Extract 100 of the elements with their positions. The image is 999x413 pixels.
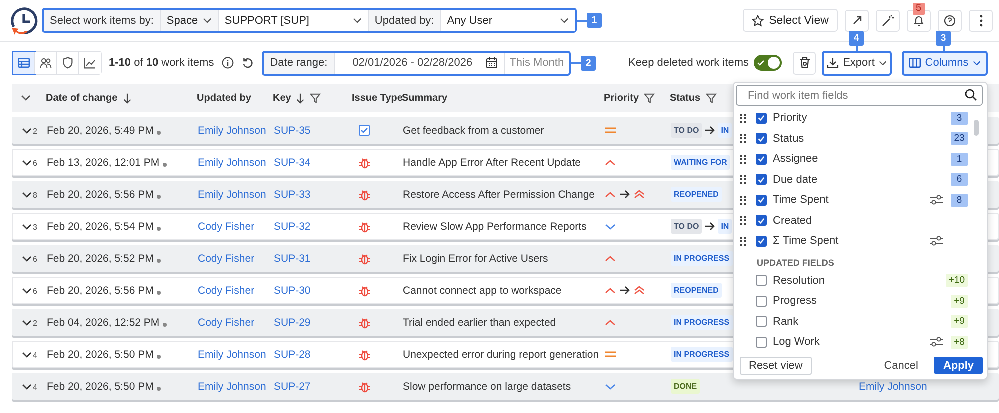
column-header[interactable]: Issue Type xyxy=(352,92,403,104)
summary-cell: Review Slow App Performance Reports xyxy=(403,220,587,232)
notification-badge: 5 xyxy=(913,2,925,14)
checkbox[interactable] xyxy=(756,112,767,124)
user-link[interactable]: Cody Fisher xyxy=(198,284,255,296)
drag-handle-icon[interactable] xyxy=(740,114,746,123)
change-count: 6 xyxy=(33,159,38,168)
field-option[interactable]: Time Spent 8 xyxy=(736,190,983,210)
drag-handle-icon[interactable] xyxy=(740,236,746,246)
column-header[interactable]: Summary xyxy=(402,92,448,104)
column-header[interactable]: Status xyxy=(670,92,701,104)
column-header[interactable]: Key xyxy=(273,92,292,104)
help-button[interactable] xyxy=(938,10,962,32)
issue-key-link[interactable]: SUP-33 xyxy=(274,188,311,200)
user-link[interactable]: Emily Johnson xyxy=(198,380,266,392)
field-option[interactable]: Created xyxy=(736,210,983,231)
column-header[interactable]: Updated by xyxy=(197,92,252,104)
issue-key-link[interactable]: SUP-29 xyxy=(274,316,311,328)
checkbox[interactable] xyxy=(756,215,767,226)
view-tab[interactable] xyxy=(35,52,57,74)
change-count: 2 xyxy=(33,127,38,136)
dot-icon xyxy=(156,226,161,230)
drag-handle-icon[interactable] xyxy=(740,154,746,164)
checkbox[interactable] xyxy=(756,174,767,186)
table-row[interactable]: 4 Feb 20, 2026, 5:50 PM Emily Johnson SUP-27 Slow performance on large datasets DONE Emily Johnson xyxy=(12,373,999,400)
filter-icon[interactable] xyxy=(310,92,322,104)
field-label: Created xyxy=(773,214,814,227)
issue-key-link[interactable]: SUP-34 xyxy=(274,156,311,168)
chevron-down-icon xyxy=(352,18,362,24)
user-link[interactable]: Emily Johnson xyxy=(198,348,266,360)
drag-handle-icon[interactable] xyxy=(740,134,746,144)
date-cell: Feb 20, 2026, 5:52 PM xyxy=(47,252,154,264)
issue-key-link[interactable]: SUP-32 xyxy=(274,220,311,232)
field-option[interactable]: Rank +9 xyxy=(736,312,983,332)
checkbox[interactable] xyxy=(756,316,767,328)
drag-handle-icon[interactable] xyxy=(740,216,746,226)
trash-button[interactable] xyxy=(793,52,816,74)
sliders-icon[interactable] xyxy=(930,337,943,348)
user-link[interactable]: Emily Johnson xyxy=(198,124,266,136)
column-header[interactable]: Priority xyxy=(604,92,640,104)
filter-icon[interactable] xyxy=(706,92,717,104)
select-view-button[interactable]: Select View xyxy=(743,9,838,32)
refresh-icon[interactable] xyxy=(242,57,254,69)
mode-dropdown[interactable]: Space xyxy=(160,10,219,31)
search-field[interactable]: Find work item fields xyxy=(736,85,983,106)
issue-key-link[interactable]: SUP-27 xyxy=(274,380,311,392)
field-label: Rank xyxy=(773,316,800,328)
dot-icon xyxy=(156,194,161,198)
date-range-label: Date range: xyxy=(264,52,335,74)
checkbox[interactable] xyxy=(756,194,767,206)
date-range-field[interactable]: 02/01/2026 - 02/28/2026 xyxy=(334,52,505,74)
count-badge: +10 xyxy=(946,274,968,288)
status-badge: DONE xyxy=(671,379,700,394)
column-header[interactable]: Date of change xyxy=(46,92,118,104)
user-link[interactable]: Cody Fisher xyxy=(198,316,255,328)
more-icon xyxy=(980,14,982,26)
more-button[interactable] xyxy=(969,10,993,32)
issue-key-link[interactable]: SUP-35 xyxy=(274,124,311,136)
date-preset[interactable]: This Month xyxy=(504,52,570,74)
issue-key-link[interactable]: SUP-28 xyxy=(274,348,311,360)
sliders-icon[interactable] xyxy=(930,195,943,206)
apply-button[interactable]: Apply xyxy=(934,357,983,374)
collapse-all-icon xyxy=(21,95,31,101)
issue-key-link[interactable]: SUP-30 xyxy=(274,284,311,296)
checkbox[interactable] xyxy=(756,275,767,286)
issue-key-link[interactable]: SUP-31 xyxy=(274,252,311,264)
drag-handle-icon[interactable] xyxy=(740,196,746,205)
star-icon xyxy=(752,14,764,26)
sliders-icon[interactable] xyxy=(930,236,943,246)
count-badge: 23 xyxy=(951,132,968,146)
export-button[interactable]: Export xyxy=(822,50,892,76)
drag-handle-icon[interactable] xyxy=(740,175,746,184)
user-link[interactable]: Cody Fisher xyxy=(198,220,255,232)
user-link[interactable]: Emily Johnson xyxy=(859,380,928,392)
user-link[interactable]: Cody Fisher xyxy=(198,252,255,264)
dot-icon xyxy=(156,386,161,390)
filter-icon[interactable] xyxy=(644,92,656,104)
checkbox[interactable] xyxy=(756,133,767,144)
status-badge: IN xyxy=(718,123,732,138)
checkbox[interactable] xyxy=(756,236,767,247)
checkbox[interactable] xyxy=(756,154,767,165)
share-icon xyxy=(852,15,862,26)
scrollbar-thumb[interactable] xyxy=(974,120,979,136)
user-link[interactable]: Emily Johnson xyxy=(198,156,266,168)
checkbox[interactable] xyxy=(756,296,767,307)
info-icon[interactable] xyxy=(222,57,234,69)
sort-arrow-icon[interactable] xyxy=(296,92,306,104)
columns-icon xyxy=(909,58,922,68)
expand-icon xyxy=(22,128,32,134)
view-tab[interactable] xyxy=(13,52,35,74)
sort-arrow-icon[interactable] xyxy=(122,92,132,104)
checkbox[interactable] xyxy=(756,336,767,348)
reset-view-button[interactable]: Reset view xyxy=(740,356,812,374)
columns-button[interactable]: Columns xyxy=(902,50,988,76)
magic-wand-button[interactable] xyxy=(876,10,900,32)
field-option[interactable]: Assignee 1 xyxy=(736,149,983,170)
share-button[interactable] xyxy=(845,10,869,32)
summary-cell: Restore Access After Permission Change xyxy=(403,188,596,200)
user-link[interactable]: Emily Johnson xyxy=(198,188,266,200)
keep-deleted-toggle[interactable] xyxy=(754,55,782,71)
